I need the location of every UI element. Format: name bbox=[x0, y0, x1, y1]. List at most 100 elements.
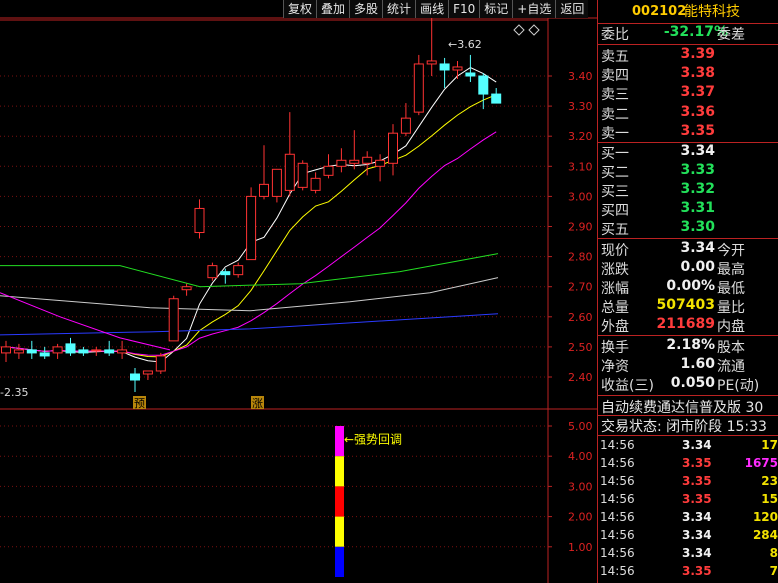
tick-time: 14:56 bbox=[600, 474, 635, 488]
toolbar-button-7[interactable]: +自选 bbox=[512, 0, 556, 18]
quote-row-1-value: 0.00 bbox=[680, 259, 715, 275]
ind-tick-label: 4.00 bbox=[568, 450, 593, 463]
toolbar-button-0[interactable]: 复权 bbox=[283, 0, 317, 18]
quote-row-4: 外盘 211689 内盘 bbox=[598, 316, 778, 335]
tick-volume: 120 bbox=[752, 510, 778, 524]
candle-body bbox=[259, 183, 269, 197]
sell-level-1-value: 3.35 bbox=[680, 122, 715, 139]
tick-price: 3.35 bbox=[682, 492, 712, 506]
tick-price: 3.34 bbox=[682, 528, 712, 542]
marker-zhang: 涨 bbox=[252, 397, 263, 410]
quote-row-4-label2: 内盘 bbox=[717, 319, 745, 335]
tick-price: 3.35 bbox=[682, 564, 712, 578]
sell-level-5-value: 3.39 bbox=[680, 46, 715, 62]
quote-row-4-value: 211689 bbox=[656, 316, 715, 332]
buy-level-5: 买五 3.30 bbox=[598, 219, 778, 238]
signal-bar-segment bbox=[335, 486, 344, 517]
candle-body bbox=[91, 349, 102, 352]
kline-chart[interactable]: 3.40 3.30 3.20 3.10 3.00 2.90 2.80 2.70 2.60 2.50… bbox=[0, 0, 597, 583]
tick-row: 14:56 3.34 284 bbox=[598, 528, 778, 546]
quote-row-3-label2: 量比 bbox=[717, 300, 745, 316]
sell-level-3-value: 3.37 bbox=[680, 84, 715, 101]
tick-volume: 17 bbox=[761, 438, 778, 452]
candle-body bbox=[284, 153, 295, 191]
quote-row-3: 总量 507403 量比 bbox=[598, 297, 778, 316]
weibi-label: 委比 bbox=[601, 27, 629, 43]
candle-body bbox=[39, 352, 50, 357]
quote2-row-1-label: 净资 bbox=[601, 359, 629, 375]
candle-body bbox=[181, 286, 192, 291]
toolbar-button-6[interactable]: 标记 bbox=[479, 0, 513, 18]
weicha-label: 委差 bbox=[717, 27, 745, 43]
price-tick-label: 2.80 bbox=[568, 251, 593, 264]
candle-body bbox=[104, 349, 115, 354]
quote2-row-0: 换手 2.18% 股本 bbox=[598, 337, 778, 356]
ind-tick-label: 1.00 bbox=[568, 541, 593, 554]
quote2-row-2-value: 0.050 bbox=[670, 375, 715, 391]
quote-row-2-label2: 最低 bbox=[717, 281, 745, 297]
candle-body bbox=[246, 195, 257, 261]
sell-level-2-value: 3.36 bbox=[680, 103, 715, 120]
candle-body bbox=[130, 373, 140, 381]
tick-time: 14:56 bbox=[600, 564, 635, 578]
price-tick-label: 3.20 bbox=[568, 130, 593, 143]
candle-body bbox=[323, 165, 334, 176]
toolbar-button-1[interactable]: 叠加 bbox=[316, 0, 350, 18]
candle-body bbox=[362, 156, 373, 164]
candle-body bbox=[491, 93, 502, 104]
indicator-panel: 5.00 4.00 3.00 2.00 1.00 ←强势回调 bbox=[0, 420, 593, 577]
quote2-row-0-label2: 股本 bbox=[717, 340, 745, 356]
tick-time: 14:56 bbox=[600, 492, 635, 506]
toolbar-button-2[interactable]: 多股 bbox=[349, 0, 383, 18]
buy-level-1-value: 3.34 bbox=[680, 143, 715, 159]
buy-level-3-value: 3.32 bbox=[680, 181, 715, 197]
toolbar-button-3[interactable]: 统计 bbox=[382, 0, 416, 18]
tick-time: 14:56 bbox=[600, 510, 635, 524]
sell-level-4-label: 卖四 bbox=[601, 68, 629, 85]
price-tick-label: 3.30 bbox=[568, 100, 593, 113]
quote2-row-0-label: 换手 bbox=[601, 340, 629, 356]
toolbar-button-8[interactable]: 返回 bbox=[555, 0, 589, 18]
ind-tick-label: 2.00 bbox=[568, 511, 593, 524]
candle-body bbox=[142, 370, 153, 375]
chart-grid bbox=[0, 0, 597, 583]
sell-level-4-value: 3.38 bbox=[680, 65, 715, 82]
buy-level-2: 买二 3.33 bbox=[598, 162, 778, 181]
tick-volume: 284 bbox=[752, 528, 778, 542]
candle-body bbox=[375, 159, 386, 167]
tick-time: 14:56 bbox=[600, 546, 635, 560]
price-tick-label: 3.00 bbox=[568, 190, 593, 203]
signal-bar-segment bbox=[335, 426, 344, 457]
candle-body bbox=[271, 168, 282, 197]
tick-row: 14:56 3.35 7 bbox=[598, 564, 778, 582]
buy-level-2-label: 买二 bbox=[601, 165, 629, 181]
quote-row-1-label: 涨跌 bbox=[601, 262, 629, 278]
toolbar-button-5[interactable]: F10 bbox=[448, 0, 480, 18]
quote-row-3-label: 总量 bbox=[601, 300, 629, 316]
buy-level-2-value: 3.33 bbox=[680, 162, 715, 178]
quote2-row-1: 净资 1.60 流通 bbox=[598, 356, 778, 375]
signal-bar-segment bbox=[335, 546, 344, 577]
sell-level-3-label: 卖三 bbox=[601, 87, 629, 104]
tick-volume: 8 bbox=[769, 546, 778, 560]
quote-row-0: 现价 3.34 今开 bbox=[598, 240, 778, 259]
tick-time: 14:56 bbox=[600, 456, 635, 470]
quote2-row-1-value: 1.60 bbox=[680, 356, 715, 372]
quote2-row-2-label: 收益(三) bbox=[601, 378, 654, 394]
diamond-icon bbox=[513, 24, 525, 36]
stock-title: 002102 能特科技 bbox=[598, 2, 778, 22]
candle-body bbox=[65, 343, 76, 354]
candle-body bbox=[233, 265, 244, 276]
ind-tick-label: 5.00 bbox=[568, 420, 593, 433]
sell-level-3: 卖三 3.37 bbox=[598, 84, 778, 104]
toolbar-button-4[interactable]: 画线 bbox=[415, 0, 449, 18]
candle-body bbox=[117, 349, 128, 354]
price-tick-label: 2.60 bbox=[568, 311, 593, 324]
candle-body bbox=[26, 349, 37, 354]
candle-body bbox=[336, 159, 347, 167]
quote-row-2: 涨幅 0.00% 最低 bbox=[598, 278, 778, 297]
candle-body bbox=[400, 117, 411, 134]
price-tick-label: 2.70 bbox=[568, 281, 593, 294]
buy-level-4-label: 买四 bbox=[601, 203, 629, 219]
candle-body bbox=[194, 207, 205, 234]
